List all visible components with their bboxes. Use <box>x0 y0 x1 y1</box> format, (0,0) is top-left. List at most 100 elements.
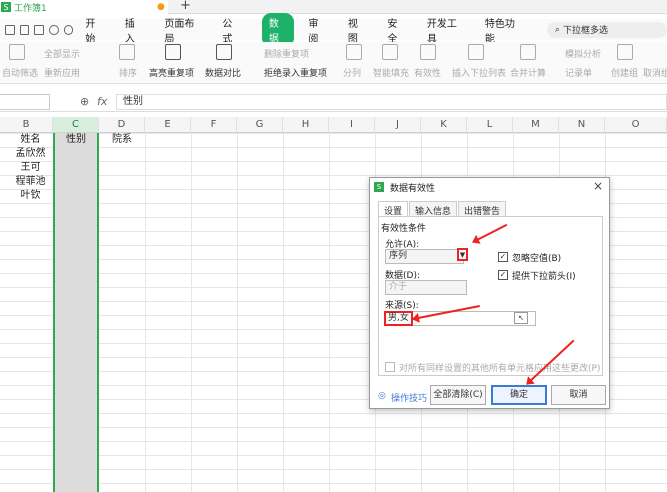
cell-b4[interactable]: 程菲池 <box>8 175 53 189</box>
col-header-b[interactable]: B <box>0 117 53 133</box>
validity-icon[interactable] <box>420 44 436 60</box>
menu-features[interactable]: 特色功能 <box>485 15 522 45</box>
cell-b5[interactable]: 叶钦 <box>8 189 53 203</box>
unsaved-dot-icon: ● <box>157 2 165 12</box>
consolidate-icon[interactable] <box>520 44 536 60</box>
formula-bar: ⊕ fx 性别 <box>0 92 667 112</box>
delete-duplicates-button[interactable]: 删除重复项 <box>264 47 309 60</box>
insert-dropdown-icon[interactable] <box>468 44 484 60</box>
col-header-n[interactable]: N <box>559 117 605 133</box>
cancel-button[interactable]: 取消 <box>551 385 606 405</box>
grid-line <box>283 133 284 492</box>
formula-input[interactable]: 性别 <box>116 94 667 110</box>
consolidate-button[interactable]: 合并计算 <box>510 66 546 79</box>
validity-button[interactable]: 有效性 <box>414 66 441 79</box>
grid-line <box>145 133 146 492</box>
ok-button[interactable]: 确定 <box>491 385 547 405</box>
menu-review[interactable]: 审阅 <box>308 15 327 45</box>
data-compare-button[interactable]: 数据对比 <box>205 66 241 79</box>
ungroup-button[interactable]: 取消组 <box>643 66 667 79</box>
source-value[interactable]: 男,女 <box>384 311 413 326</box>
data-select[interactable]: 介于 <box>385 280 467 295</box>
cell-b2[interactable]: 孟欣然 <box>8 147 53 161</box>
highlight-duplicates-icon[interactable] <box>165 44 181 60</box>
dialog-tabs: 设置 输入信息 出错警告 <box>378 201 507 217</box>
sort-icon[interactable] <box>119 44 135 60</box>
close-icon[interactable]: × <box>593 179 603 193</box>
section-title: 有效性条件 <box>381 224 427 234</box>
split-column-button[interactable]: 分列 <box>343 66 361 79</box>
source-label: 来源(S): <box>385 301 419 311</box>
document-title: 工作簿1 <box>14 3 47 14</box>
col-header-i[interactable]: I <box>329 117 375 133</box>
col-header-g[interactable]: G <box>237 117 283 133</box>
smart-fill-button[interactable]: 智能填充 <box>373 66 409 79</box>
ignore-blank-checkbox[interactable]: ✓ <box>498 252 508 262</box>
undo-icon[interactable] <box>49 24 59 35</box>
col-header-f[interactable]: F <box>191 117 237 133</box>
menu-security[interactable]: 安全 <box>387 15 406 45</box>
col-header-l[interactable]: L <box>467 117 513 133</box>
cell-b3[interactable]: 王可 <box>8 161 53 175</box>
dialog-title: 数据有效性 <box>390 183 436 194</box>
record-form-button[interactable]: 记录单 <box>565 66 592 79</box>
col-header-h[interactable]: H <box>283 117 329 133</box>
tab-error-alert[interactable]: 出错警告 <box>458 201 507 217</box>
group-icon[interactable] <box>617 44 633 60</box>
search-box[interactable]: ⌕ 下拉框多选 <box>546 21 667 38</box>
selected-column-c[interactable] <box>53 133 99 492</box>
name-box[interactable] <box>0 94 50 110</box>
show-all-button[interactable]: 全部显示 <box>44 47 80 60</box>
menu-page-layout[interactable]: 页面布局 <box>164 15 201 45</box>
tab-settings[interactable]: 设置 <box>378 201 409 217</box>
redo-icon[interactable] <box>63 24 74 35</box>
apply-all-checkbox[interactable] <box>385 362 395 372</box>
cell-d1[interactable]: 院系 <box>99 133 145 147</box>
cell-b1[interactable]: 姓名 <box>8 133 53 147</box>
fx-label[interactable]: fx <box>97 95 107 108</box>
insert-dropdown-button[interactable]: 插入下拉列表 <box>452 66 506 79</box>
app-logo-icon: S <box>1 2 11 12</box>
split-column-icon[interactable] <box>346 44 362 60</box>
col-header-m[interactable]: M <box>513 117 559 133</box>
dropdown-arrow-checkbox[interactable]: ✓ <box>498 270 508 280</box>
dialog-title-bar[interactable]: S 数据有效性 × <box>370 178 609 196</box>
smart-fill-icon[interactable] <box>382 44 398 60</box>
col-header-e[interactable]: E <box>145 117 191 133</box>
preview-icon[interactable] <box>34 24 45 35</box>
print-icon[interactable] <box>19 24 30 35</box>
menu-home[interactable]: 开始 <box>85 15 104 45</box>
new-tab-button[interactable]: + <box>180 0 191 13</box>
col-header-j[interactable]: J <box>375 117 421 133</box>
reject-duplicates-button[interactable]: 拒绝录入重复项 <box>264 66 327 79</box>
filter-icon[interactable] <box>9 44 25 60</box>
range-picker-icon[interactable]: ↖ <box>514 312 528 324</box>
zoom-icon[interactable]: ⊕ <box>80 95 89 108</box>
reapply-button[interactable]: 重新应用 <box>44 66 80 79</box>
save-icon[interactable] <box>5 24 15 35</box>
highlight-duplicates-button[interactable]: 高亮重复项 <box>149 66 194 79</box>
sort-button[interactable]: 排序 <box>119 66 137 79</box>
col-header-k[interactable]: K <box>421 117 467 133</box>
menu-formula[interactable]: 公式 <box>222 15 241 45</box>
menu-developer[interactable]: 开发工具 <box>427 15 464 45</box>
cell-c1[interactable]: 性别 <box>55 133 97 147</box>
simulate-button[interactable]: 模拟分析 <box>565 47 601 60</box>
allow-dropdown-arrow-icon[interactable]: ▼ <box>457 248 468 261</box>
menu-view[interactable]: 视图 <box>348 15 367 45</box>
data-compare-icon[interactable] <box>216 44 232 60</box>
menu-bar: 开始 插入 页面布局 公式 数据 审阅 视图 安全 开发工具 特色功能 ⌕ 下拉… <box>0 12 667 47</box>
tab-input-message[interactable]: 输入信息 <box>409 201 458 217</box>
grid-line <box>191 133 192 492</box>
col-header-d[interactable]: D <box>99 117 145 133</box>
autofilter-button[interactable]: 自动筛选 <box>2 66 38 79</box>
col-header-o[interactable]: O <box>605 117 667 133</box>
col-header-c[interactable]: C <box>53 117 99 133</box>
allow-select[interactable]: 序列 <box>385 249 464 264</box>
group-button[interactable]: 创建组 <box>611 66 638 79</box>
tips-icon[interactable]: ◎ <box>378 391 386 401</box>
menu-insert[interactable]: 插入 <box>125 15 144 45</box>
tips-link[interactable]: 操作技巧 <box>391 391 427 404</box>
clear-all-button[interactable]: 全部清除(C) <box>430 385 486 405</box>
dropdown-arrow-label: 提供下拉箭头(I) <box>512 272 576 282</box>
